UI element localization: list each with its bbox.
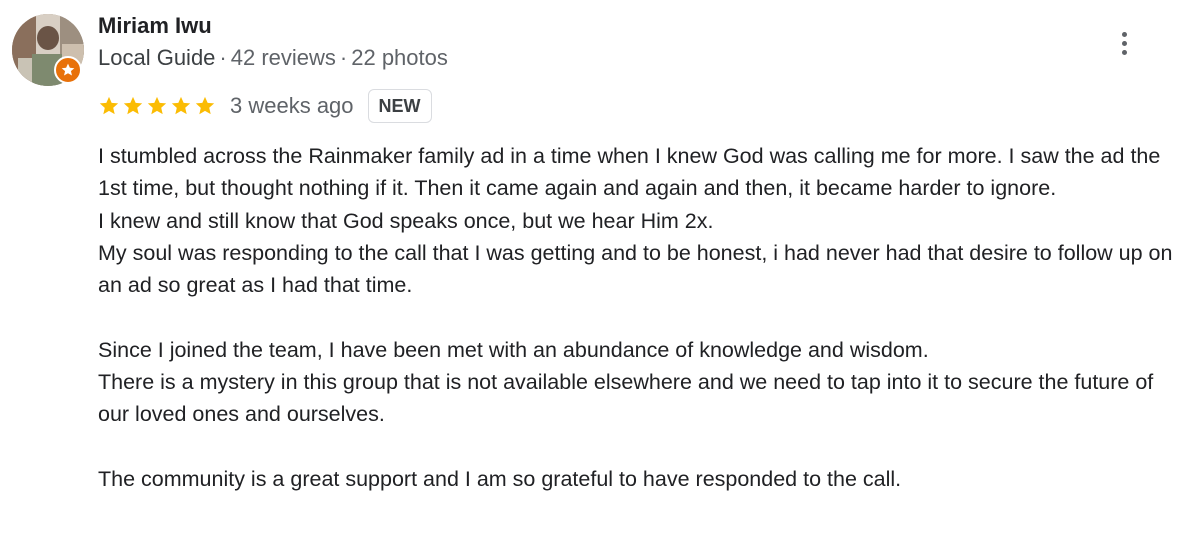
star-icon bbox=[99, 96, 119, 115]
star-icon bbox=[195, 96, 215, 115]
reviewer-name[interactable]: Miriam Iwu bbox=[98, 12, 212, 40]
more-dot bbox=[1121, 49, 1127, 55]
star-icon bbox=[171, 96, 191, 115]
reviewer-meta: Local Guide · 42 reviews · 22 photos bbox=[98, 44, 448, 72]
new-badge: NEW bbox=[367, 89, 432, 123]
star-icon bbox=[147, 96, 167, 115]
more-dot bbox=[1121, 31, 1127, 37]
reviewer-photo-count: 22 photos bbox=[351, 45, 448, 70]
review-card: Miriam Iwu Local Guide · 42 reviews · 22 pho… bbox=[0, 0, 1200, 541]
more-dot bbox=[1121, 40, 1127, 46]
meta-separator: · bbox=[219, 45, 227, 70]
review-text: I stumbled across the Rainmaker family a… bbox=[98, 144, 1173, 491]
star-rating bbox=[98, 95, 216, 117]
review-time: 3 weeks ago bbox=[230, 93, 354, 118]
more-vert-icon[interactable] bbox=[1108, 26, 1140, 60]
reviewer-review-count: 42 reviews bbox=[230, 45, 336, 70]
rating-row: 3 weeks ago NEW bbox=[98, 88, 432, 124]
local-guide-star-icon bbox=[54, 56, 82, 84]
star-icon bbox=[123, 96, 143, 115]
reviewer-role: Local Guide bbox=[98, 45, 216, 70]
meta-separator: · bbox=[339, 45, 348, 70]
